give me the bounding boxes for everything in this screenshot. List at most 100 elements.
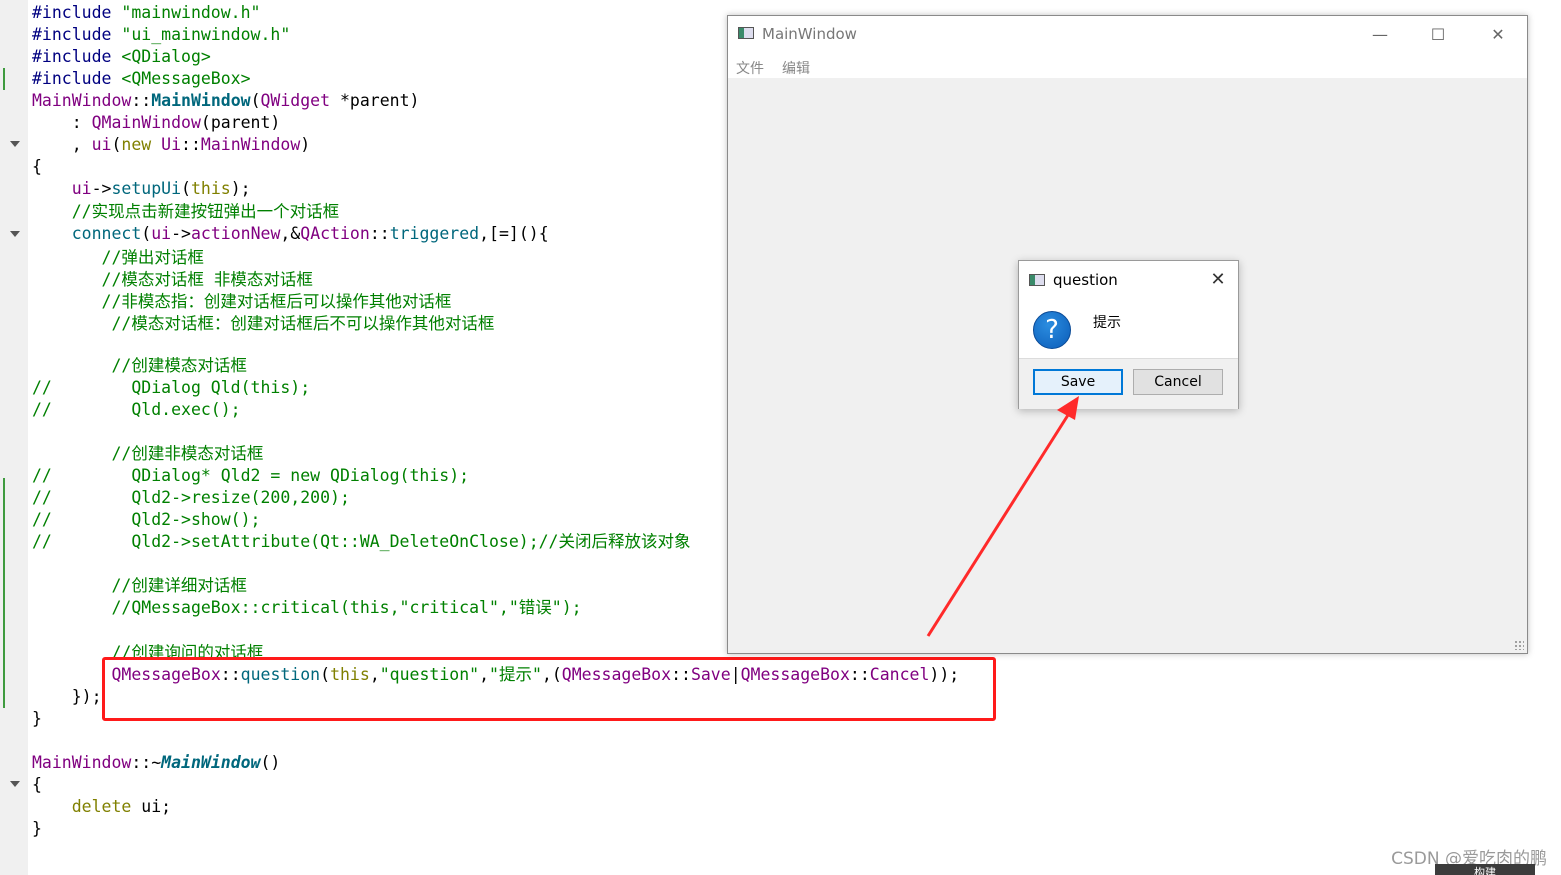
question-icon: ? [1033, 311, 1071, 349]
code-token: actionNew [190, 223, 281, 243]
code-token: ::~ [131, 752, 162, 772]
code-token: //实现点击新建按钮弹出一个对话框 [32, 201, 340, 221]
code-line: #include <QMessageBox> [32, 68, 251, 90]
code-token: "ui_mainwindow.h" [121, 25, 291, 45]
code-token: //模态对话框：创建对话框后不可以操作其他对话框 [32, 313, 495, 333]
fold-marker-icon[interactable] [10, 231, 20, 237]
code-token: , [32, 135, 92, 155]
code-token: //弹出对话框 [32, 247, 204, 267]
code-line: // Qld2->show(); [32, 509, 260, 531]
close-icon: ✕ [1491, 24, 1505, 44]
code-token: :: [131, 91, 152, 111]
menu-file[interactable]: 文件 [736, 58, 764, 78]
cancel-button[interactable]: Cancel [1133, 369, 1223, 395]
code-line: // QDialog* Qld2 = new QDialog(this); [32, 465, 469, 487]
code-token: //创建非模态对话框 [32, 444, 264, 463]
code-token: setupUi [111, 179, 182, 199]
code-token: { [32, 157, 42, 177]
code-line: { [32, 156, 42, 178]
save-button[interactable]: Save [1033, 369, 1123, 395]
code-line: } [32, 708, 42, 730]
dialog-window-icon [1029, 274, 1045, 286]
code-token: ui; [131, 796, 172, 816]
code-token: "mainwindow.h" [121, 3, 261, 22]
code-token: :: [181, 135, 201, 155]
code-line: // Qld2->resize(200,200); [32, 487, 350, 509]
editor-gutter [0, 0, 28, 875]
dialog-close-button[interactable]: ✕ [1205, 267, 1231, 291]
close-icon: ✕ [1210, 268, 1226, 290]
code-line: : QMainWindow(parent) [32, 112, 281, 134]
code-token: MainWindow [161, 752, 261, 772]
code-token: ui [151, 223, 172, 243]
main-window-titlebar[interactable]: MainWindow — ☐ ✕ [728, 16, 1527, 52]
code-line: // QDialog Qld(this); [32, 377, 310, 399]
code-token: ,& [280, 223, 301, 243]
maximize-button[interactable]: ☐ [1409, 16, 1467, 52]
app-window-icon [738, 27, 754, 39]
fold-marker-icon[interactable] [10, 141, 20, 147]
code-line: #include <QDialog> [32, 46, 211, 68]
code-token: <QDialog> [121, 47, 211, 67]
code-line: //弹出对话框 [32, 247, 204, 269]
code-token: ( [111, 135, 122, 155]
code-line: //非模态指：创建对话框后可以操作其他对话框 [32, 291, 452, 313]
code-token: QAction [300, 223, 370, 243]
code-token: ui [91, 135, 112, 155]
code-token: ); [230, 179, 251, 199]
code-token: } [32, 818, 42, 838]
code-token: connect [71, 223, 142, 243]
code-token: MainWindow [151, 91, 251, 111]
code-line: }); [32, 686, 102, 708]
code-token: // Qld2->setAttribute(Qt::WA_DeleteOnClo… [32, 532, 691, 552]
code-line: //模态对话框：创建对话框后不可以操作其他对话框 [32, 313, 494, 335]
code-token: #include [32, 3, 122, 22]
code-line: delete ui; [32, 796, 171, 818]
size-grip[interactable] [1514, 640, 1524, 650]
code-line: { [32, 774, 42, 796]
code-token: *parent) [330, 91, 420, 111]
code-token: <QMessageBox> [121, 69, 251, 89]
main-window-title: MainWindow [762, 25, 857, 43]
code-line: // Qld2->setAttribute(Qt::WA_DeleteOnClo… [32, 531, 691, 553]
code-token: //模态对话框 非模态对话框 [32, 269, 313, 289]
code-line: //实现点击新建按钮弹出一个对话框 [32, 201, 339, 223]
menu-edit[interactable]: 编辑 [782, 58, 810, 78]
code-token: //创建详细对话框 [32, 576, 247, 596]
code-token: triggered [389, 223, 480, 243]
code-token: QMainWindow [91, 113, 201, 133]
code-token: -> [171, 223, 191, 243]
close-button[interactable]: ✕ [1469, 16, 1527, 52]
code-token: #include [32, 69, 122, 89]
dialog-button-bar: Save Cancel [1019, 358, 1238, 409]
code-token: -> [91, 179, 112, 199]
code-token: new [121, 135, 152, 155]
code-line: //创建非模态对话框 [32, 443, 263, 465]
fold-marker-icon[interactable] [10, 781, 20, 787]
code-token: #include [32, 25, 122, 45]
code-line: //创建详细对话框 [32, 575, 247, 597]
code-token: ) [300, 135, 311, 155]
code-line: ui->setupUi(this); [32, 178, 251, 200]
change-bar [3, 478, 5, 708]
build-tab[interactable]: 构建 [1435, 864, 1535, 875]
code-line: //QMessageBox::critical(this,"critical",… [32, 597, 581, 619]
code-token: // Qld2->resize(200,200); [32, 488, 350, 508]
menu-bar: 文件 编辑 [728, 52, 1527, 78]
code-line: MainWindow::MainWindow(QWidget *parent) [32, 90, 419, 112]
code-line: // Qld.exec(); [32, 399, 241, 421]
code-token: (parent) [200, 113, 281, 133]
dialog-title: question [1053, 271, 1118, 289]
minimize-button[interactable]: — [1351, 16, 1409, 52]
code-token: //非模态指：创建对话框后可以操作其他对话框 [32, 291, 452, 311]
code-token: MainWindow [32, 752, 132, 772]
code-token: :: [369, 223, 390, 243]
code-line: , ui(new Ui::MainWindow) [32, 134, 310, 156]
question-message-box[interactable]: question ✕ ? 提示 Save Cancel [1018, 260, 1239, 409]
code-line: #include "ui_mainwindow.h" [32, 24, 290, 46]
